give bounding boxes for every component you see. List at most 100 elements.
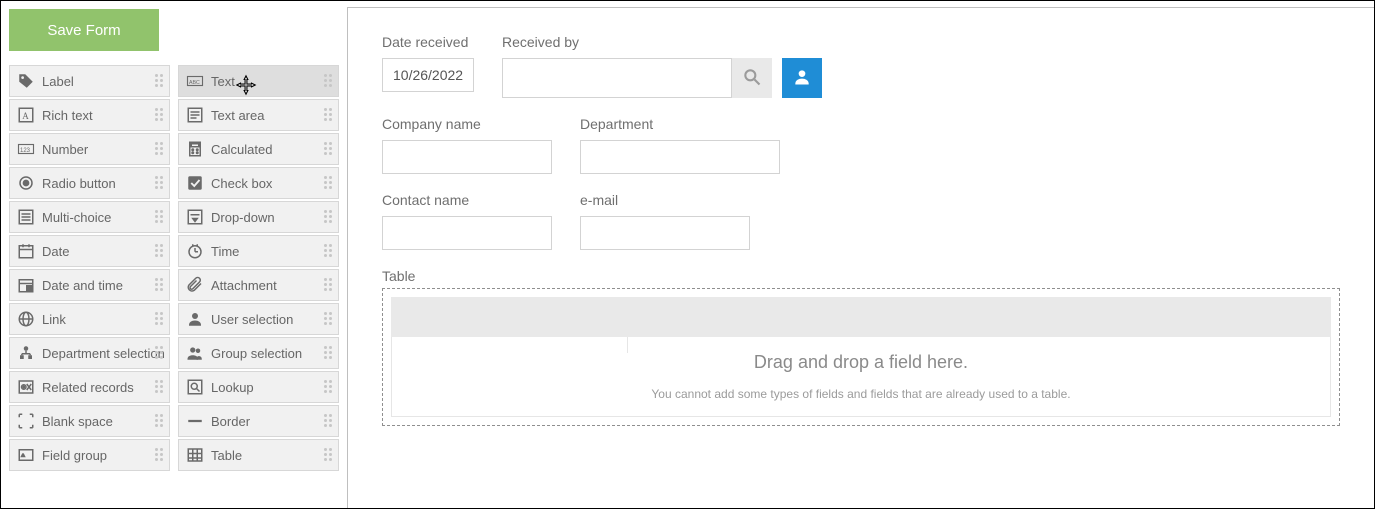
drag-handle-icon (155, 414, 165, 428)
sidebar: Save Form Label ABCText A Rich text Text are… (1, 1, 347, 508)
checkbox-icon (185, 173, 205, 193)
table-dropzone[interactable]: Drag and drop a field here. You cannot a… (382, 288, 1340, 426)
drag-handle-icon (155, 448, 165, 462)
input-department[interactable] (580, 140, 780, 174)
user-picker-button[interactable] (782, 58, 822, 98)
input-received-by[interactable] (502, 58, 732, 98)
palette-item-label: User selection (211, 312, 293, 327)
palette-item-dropdown[interactable]: Drop-down (178, 201, 339, 233)
palette-item-border[interactable]: Border (178, 405, 339, 437)
palette-item-label: Rich text (42, 108, 93, 123)
table-section: Table Drag and drop a field here. You ca… (382, 268, 1340, 426)
palette-item-richtext[interactable]: A Rich text (9, 99, 170, 131)
input-email[interactable] (580, 216, 750, 250)
palette-item-label: Attachment (211, 278, 277, 293)
palette-item-text[interactable]: ABCText (178, 65, 339, 97)
input-company-name[interactable] (382, 140, 552, 174)
palette-item-related[interactable]: Related records (9, 371, 170, 403)
search-button[interactable] (732, 58, 772, 98)
palette-item-label: Related records (42, 380, 134, 395)
palette-item-lookup[interactable]: Lookup (178, 371, 339, 403)
palette-item-tag[interactable]: Label (9, 65, 170, 97)
table-header-row (391, 297, 1331, 337)
palette-item-attach[interactable]: Attachment (178, 269, 339, 301)
drag-handle-icon (155, 278, 165, 292)
border-icon (185, 411, 205, 431)
palette-item-textarea[interactable]: Text area (178, 99, 339, 131)
palette-item-label: Label (42, 74, 74, 89)
drag-handle-icon (155, 210, 165, 224)
label-contact-name: Contact name (382, 192, 552, 208)
link-icon (16, 309, 36, 329)
palette-item-datetime[interactable]: Date and time (9, 269, 170, 301)
save-form-button[interactable]: Save Form (9, 9, 159, 51)
palette-item-label: Text area (211, 108, 264, 123)
usersel-icon (185, 309, 205, 329)
palette-item-label: Radio button (42, 176, 116, 191)
drag-handle-icon (155, 176, 165, 190)
drag-handle-icon (324, 414, 334, 428)
drag-handle-icon (155, 346, 165, 360)
palette-item-label: Table (211, 448, 242, 463)
palette-item-label: Link (42, 312, 66, 327)
palette-item-label: Time (211, 244, 239, 259)
palette-item-label: Group selection (211, 346, 302, 361)
radio-icon (16, 173, 36, 193)
table-body-placeholder: Drag and drop a field here. You cannot a… (391, 337, 1331, 417)
drag-handle-icon (155, 380, 165, 394)
palette-item-label: Date (42, 244, 69, 259)
drag-handle-icon (324, 278, 334, 292)
palette-item-multi[interactable]: Multi-choice (9, 201, 170, 233)
palette-item-label: Blank space (42, 414, 113, 429)
label-table: Table (382, 268, 1340, 284)
svg-text:A: A (22, 111, 29, 121)
palette-item-calc[interactable]: Calculated (178, 133, 339, 165)
table-icon (185, 445, 205, 465)
palette-item-checkbox[interactable]: Check box (178, 167, 339, 199)
palette-item-radio[interactable]: Radio button (9, 167, 170, 199)
drag-handle-icon (155, 142, 165, 156)
label-company-name: Company name (382, 116, 552, 132)
datetime-icon (16, 275, 36, 295)
palette-item-label: Field group (42, 448, 107, 463)
palette-item-fieldgrp[interactable]: Field group (9, 439, 170, 471)
drop-hint-sub: You cannot add some types of fields and … (651, 387, 1070, 401)
palette-item-groupsel[interactable]: Group selection (178, 337, 339, 369)
palette-item-link[interactable]: Link (9, 303, 170, 335)
drag-handle-icon (324, 142, 334, 156)
palette-item-label: Lookup (211, 380, 254, 395)
move-cursor-icon (235, 74, 257, 96)
drag-handle-icon (155, 74, 165, 88)
field-department: Department (580, 116, 780, 174)
field-contact-name: Contact name (382, 192, 552, 250)
input-date-received[interactable] (382, 58, 474, 92)
drag-handle-icon (324, 448, 334, 462)
drop-hint-main: Drag and drop a field here. (754, 352, 968, 373)
drag-handle-icon (324, 380, 334, 394)
drag-handle-icon (155, 312, 165, 326)
palette-item-time[interactable]: Time (178, 235, 339, 267)
palette-item-date[interactable]: Date (9, 235, 170, 267)
palette-item-usersel[interactable]: User selection (178, 303, 339, 335)
drag-handle-icon (324, 108, 334, 122)
input-contact-name[interactable] (382, 216, 552, 250)
palette-item-blank[interactable]: Blank space (9, 405, 170, 437)
palette-item-number[interactable]: 123Number (9, 133, 170, 165)
calc-icon (185, 139, 205, 159)
palette-item-label: Date and time (42, 278, 123, 293)
palette-item-table[interactable]: Table (178, 439, 339, 471)
time-icon (185, 241, 205, 261)
field-palette: Label ABCText A Rich text Text area 123Number… (9, 65, 339, 471)
field-email: e-mail (580, 192, 750, 250)
tag-icon (16, 71, 36, 91)
richtext-icon: A (16, 105, 36, 125)
dropdown-icon (185, 207, 205, 227)
drag-handle-icon (324, 74, 334, 88)
label-email: e-mail (580, 192, 750, 208)
svg-text:ABC: ABC (189, 80, 200, 86)
palette-item-label: Department selection (42, 346, 165, 361)
palette-item-deptsel[interactable]: Department selection (9, 337, 170, 369)
label-received-by: Received by (502, 34, 822, 50)
multi-icon (16, 207, 36, 227)
drag-handle-icon (324, 312, 334, 326)
